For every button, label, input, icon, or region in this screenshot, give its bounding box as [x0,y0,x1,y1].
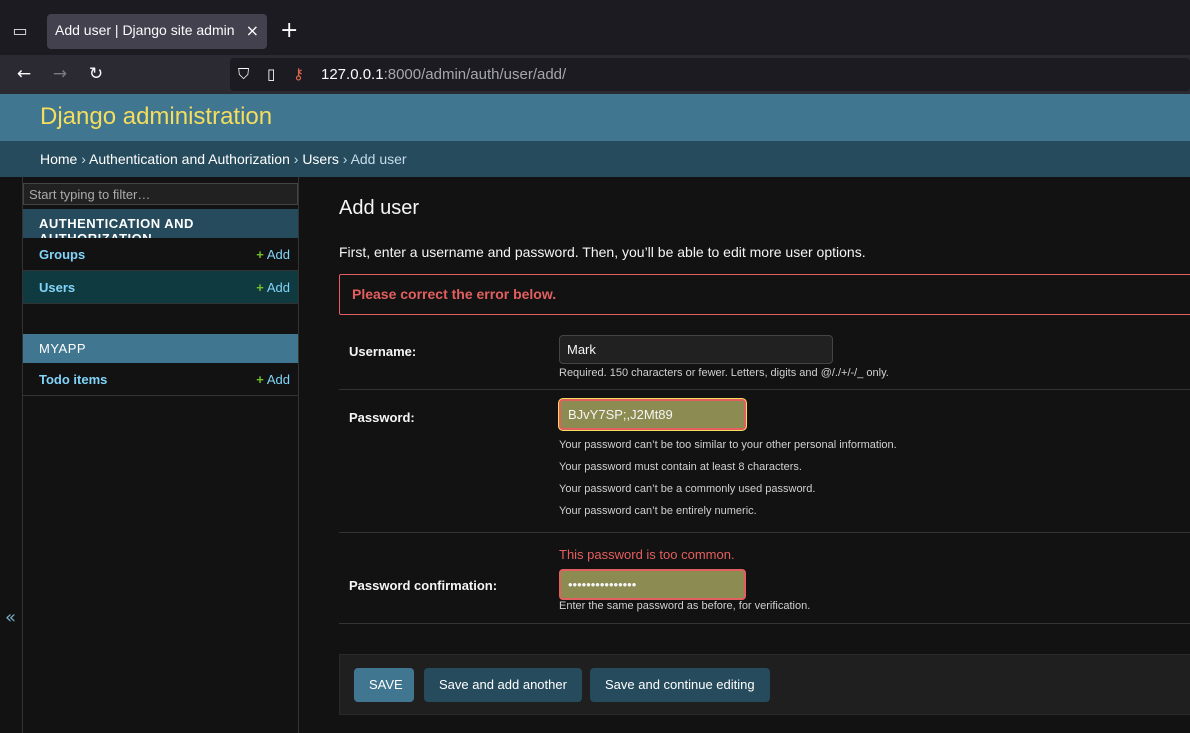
breadcrumb-current: Add user [350,151,407,167]
password-label: Password: [349,410,415,425]
add-groups-link[interactable]: + Add [256,247,290,262]
sidebar-item-users-link[interactable]: Users [39,280,75,295]
password-confirmation-error: This password is too common. [559,547,735,562]
password-confirmation-input[interactable] [559,569,746,600]
url-bar[interactable]: ⛉ ▯ ⚷ 127.0.0.1:8000/admin/auth/user/add… [230,58,1190,91]
add-label: Add [266,247,290,262]
form-intro: First, enter a username and password. Th… [339,244,866,260]
password-help-numeric: Your password can’t be entirely numeric. [559,505,757,517]
password-confirmation-help: Enter the same password as before, for v… [559,600,811,612]
url-text[interactable]: 127.0.0.1:8000/admin/auth/user/add/ [321,66,566,83]
save-and-add-another-button[interactable]: Save and add another [424,668,582,702]
plus-icon: + [256,247,264,262]
reload-icon[interactable]: ↻ [84,62,108,86]
page-info-icon[interactable]: ▯ [267,64,275,84]
save-button[interactable]: SAVE [354,668,414,702]
sidebar-filter-input[interactable] [23,183,298,205]
url-host: 127.0.0.1 [321,66,384,83]
sidebar-item-users: Users + Add [23,271,298,304]
browser-tab-active[interactable]: Add user | Django site admin × [47,14,267,49]
password-confirmation-label: Password confirmation: [349,578,498,593]
password-help-common: Your password can’t be a commonly used p… [559,483,816,495]
site-header: Django administration [0,94,1190,141]
username-row: Username: Required. 150 characters or fe… [339,324,1190,390]
main-content: Add user First, enter a username and pas… [299,177,1190,733]
shield-icon[interactable]: ⛉ [238,64,249,84]
tab-title: Add user | Django site admin [55,22,235,38]
password-help-similarity: Your password can’t be too similar to yo… [559,439,897,451]
sidebar-item-todo-items: Todo items + Add [23,363,298,396]
breadcrumb-separator: › [81,151,86,167]
site-brand[interactable]: Django administration [40,103,272,131]
tab-list-icon[interactable]: ▭ [10,21,30,41]
plus-icon: + [256,280,264,295]
page-title: Add user [339,197,420,219]
add-label: Add [266,280,290,295]
module-caption-auth[interactable]: AUTHENTICATION AND AUTHORIZATION [23,209,298,246]
username-input[interactable] [559,335,833,364]
error-note: Please correct the error below. [339,274,1190,315]
new-tab-icon[interactable]: + [280,19,298,43]
breadcrumb: Home › Authentication and Authorization … [0,141,1190,177]
tab-close-icon[interactable]: × [246,21,259,40]
password-confirmation-row: This password is too common. Password co… [339,533,1190,624]
username-help: Required. 150 characters or fewer. Lette… [559,367,889,379]
sidebar-item-todo-items-link[interactable]: Todo items [39,372,107,387]
breadcrumb-separator: › [293,151,299,167]
save-and-continue-editing-button[interactable]: Save and continue editing [590,668,770,702]
collapse-sidebar-icon[interactable]: « [5,607,16,628]
breadcrumb-model[interactable]: Users [302,151,339,167]
breadcrumb-app[interactable]: Authentication and Authorization [89,151,290,167]
add-users-link[interactable]: + Add [256,280,290,295]
sidebar-item-groups-link[interactable]: Groups [39,247,85,262]
username-label: Username: [349,344,417,359]
back-arrow-icon[interactable]: ← [12,62,36,86]
breadcrumb-home[interactable]: Home [40,151,77,167]
plus-icon: + [256,372,264,387]
url-path: :8000/admin/auth/user/add/ [383,66,567,83]
add-label: Add [266,372,290,387]
browser-nav-bar: ← → ↻ ⛉ ▯ ⚷ 127.0.0.1:8000/admin/auth/us… [0,55,1190,94]
error-note-text: Please correct the error below. [352,286,557,302]
nav-sidebar: AUTHENTICATION AND AUTHORIZATION Groups … [23,177,299,733]
password-help-length: Your password must contain at least 8 ch… [559,461,802,473]
sidebar-toggle-strip[interactable]: « [0,177,23,733]
password-row: Password: Your password can’t be too sim… [339,390,1190,533]
forward-arrow-icon[interactable]: → [48,62,72,86]
browser-tab-bar: ▭ Add user | Django site admin × + [0,0,1190,55]
module-caption-myapp[interactable]: MYAPP [23,334,298,363]
password-input[interactable] [559,399,746,430]
submit-row: SAVE Save and add another Save and conti… [339,654,1190,715]
add-todo-items-link[interactable]: + Add [256,372,290,387]
breadcrumb-separator: › [342,151,348,167]
sidebar-item-groups: Groups + Add [23,238,298,271]
key-icon[interactable]: ⚷ [293,64,304,84]
